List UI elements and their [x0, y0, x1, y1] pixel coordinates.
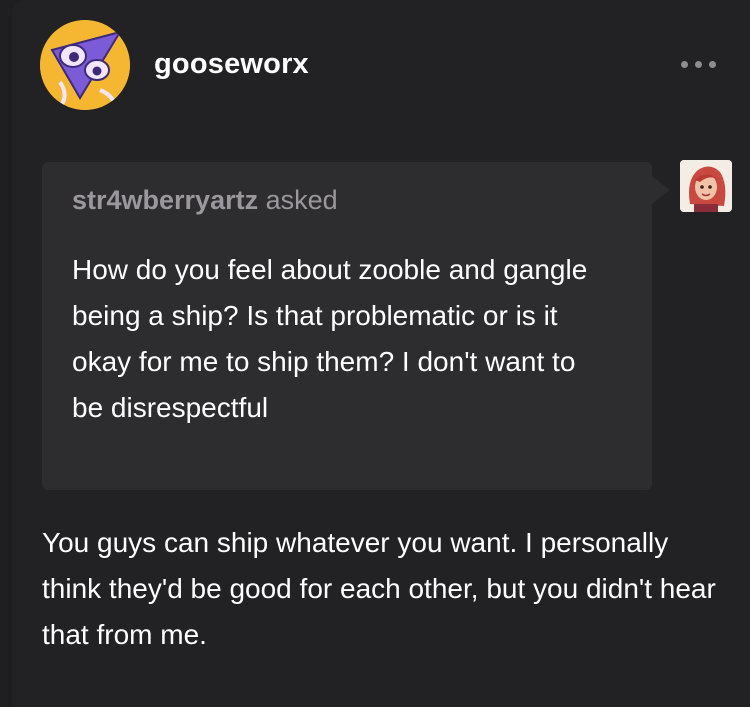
author-avatar[interactable]	[40, 20, 130, 110]
red-haired-character-avatar-icon	[680, 160, 732, 212]
author-username[interactable]: gooseworx	[154, 48, 309, 81]
asker-username[interactable]: str4wberryartz	[72, 185, 258, 215]
purple-triangle-eyes-avatar-icon	[40, 20, 130, 110]
asker-line: str4wberryartz asked	[72, 185, 338, 216]
asked-label: asked	[265, 185, 338, 215]
more-options-button[interactable]	[674, 52, 722, 76]
asker-avatar[interactable]	[680, 160, 732, 212]
post-card: gooseworx str4wberryartz asked How do yo…	[12, 0, 750, 707]
answer-text: You guys can ship whatever you want. I p…	[42, 527, 716, 650]
more-options-dot	[708, 60, 716, 68]
ask-bubble-tail	[652, 176, 670, 204]
ask-question: How do you feel about zooble and gangle …	[72, 254, 588, 423]
more-options-dot	[694, 60, 702, 68]
more-options-icon	[680, 60, 688, 68]
